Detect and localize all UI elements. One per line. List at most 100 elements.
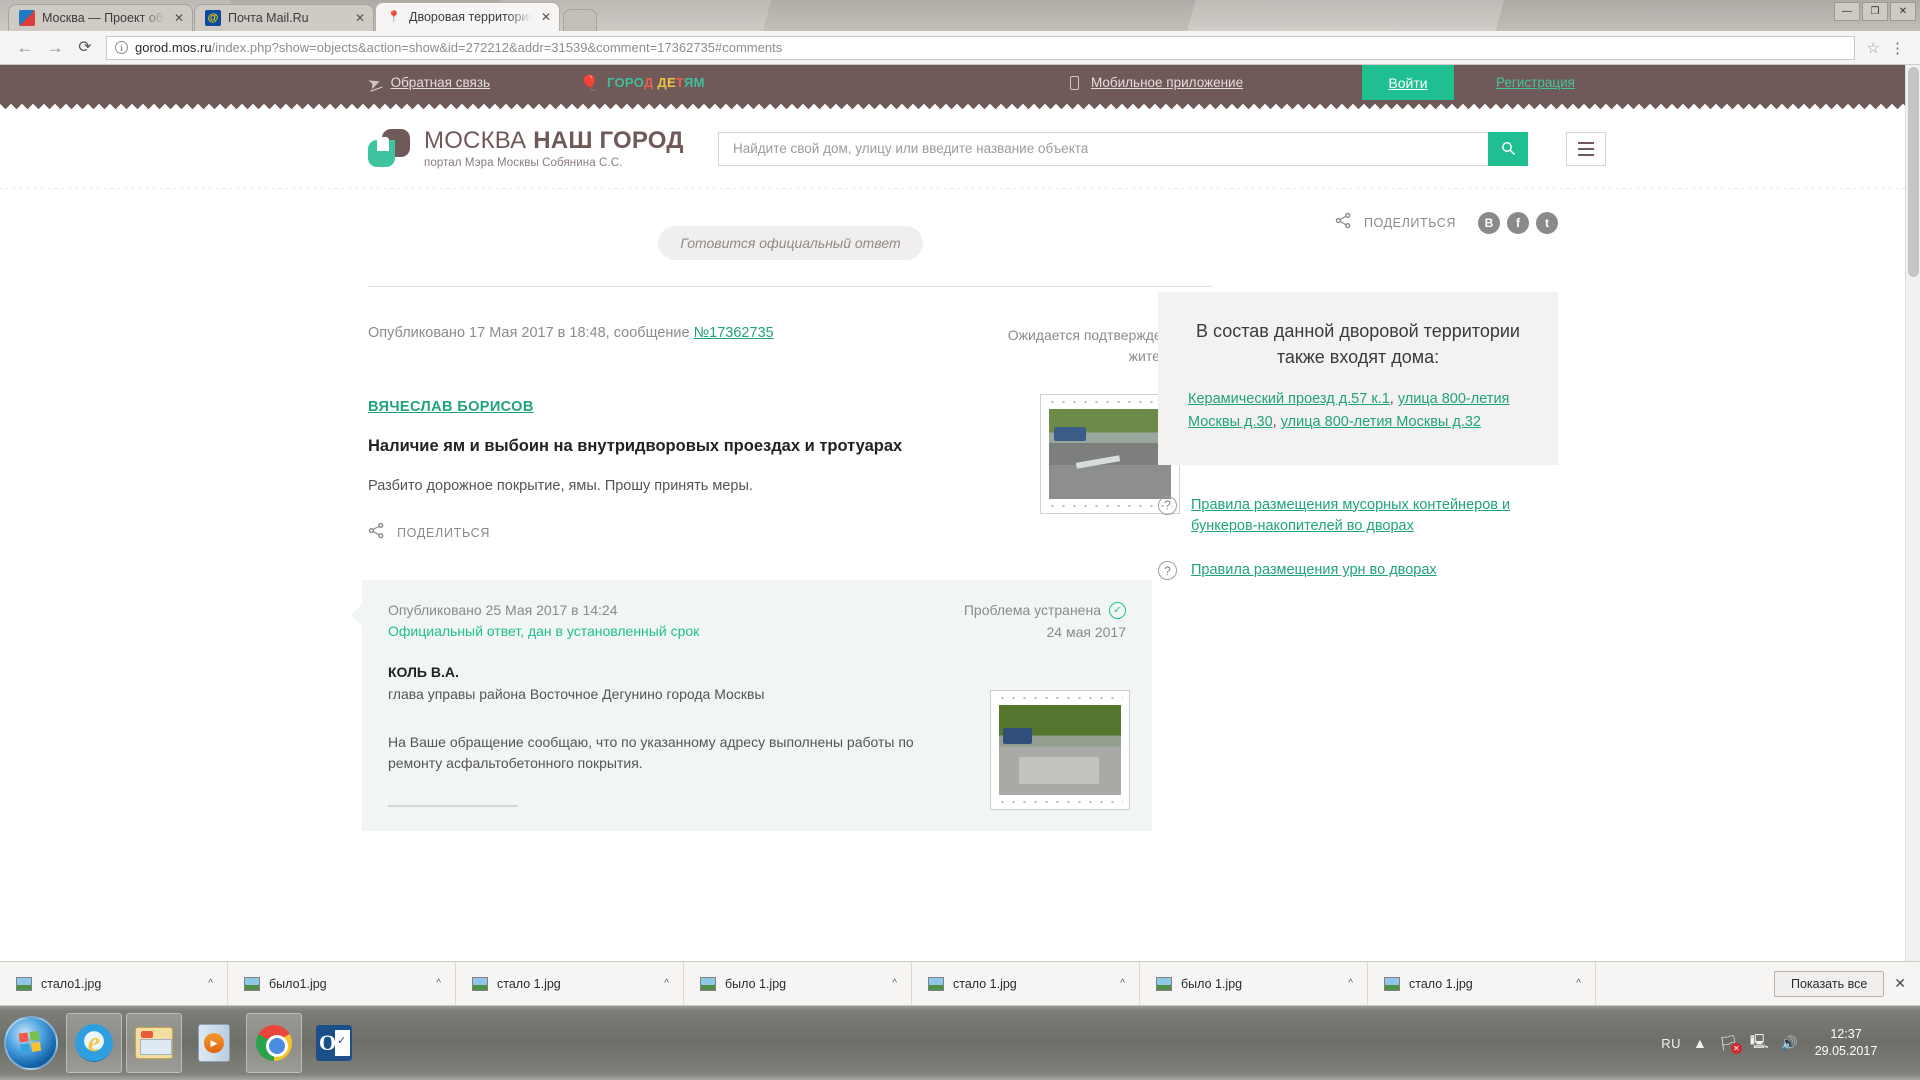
language-indicator[interactable]: RU <box>1661 1036 1681 1051</box>
volume-icon[interactable]: 🔊 <box>1781 1035 1798 1052</box>
network-icon[interactable]: 🏳 ✕ <box>1719 1034 1742 1054</box>
answer-meta-right: Проблема устранена ✓ 24 мая 2017 <box>963 601 1127 640</box>
minimize-button[interactable]: — <box>1834 2 1860 21</box>
chevron-up-icon[interactable]: ^ <box>208 978 213 989</box>
share-icon[interactable] <box>368 522 385 544</box>
photo-image-after <box>999 704 1121 795</box>
feedback-link[interactable]: ➤ Обратная связь <box>366 73 491 93</box>
close-icon[interactable]: ✕ <box>353 11 367 25</box>
zigzag-divider-brown <box>0 100 1920 109</box>
start-button-icon[interactable] <box>4 1016 58 1070</box>
reload-icon[interactable]: ⟳ <box>70 39 100 56</box>
search-input[interactable] <box>718 131 1488 166</box>
feedback-label: Обратная связь <box>390 75 491 90</box>
share-icon[interactable] <box>1335 212 1352 234</box>
post-body: Разбито дорожное покрытие, ямы. Прошу пр… <box>368 478 753 494</box>
answer-status-text: Проблема устранена <box>963 602 1101 619</box>
hamburger-icon[interactable] <box>1566 131 1606 166</box>
action-center-icon[interactable]: 🖳 <box>1750 1031 1769 1055</box>
download-item[interactable]: стало 1.jpg ^ <box>456 961 684 1006</box>
windows-media-player-icon[interactable]: ▶ <box>186 1013 242 1073</box>
internet-explorer-icon[interactable]: e <box>66 1013 122 1073</box>
chevron-up-icon[interactable]: ^ <box>1120 978 1125 989</box>
right-sidebar: В состав данной дворовой территории такж… <box>1158 292 1558 604</box>
address-bar[interactable]: i gorod.mos.ru/index.php?show=objects&ac… <box>106 35 1855 60</box>
maximize-button[interactable]: ❐ <box>1862 2 1888 21</box>
chrome-browser-window: Москва — Проект обще ✕ @ Почта Mail.Ru ✕… <box>0 0 1920 1006</box>
site-logo[interactable]: МОСКВА НАШ ГОРОД портал Мэра Москвы Собя… <box>368 127 684 169</box>
scrollbar-thumb[interactable] <box>1908 67 1919 277</box>
mobile-app-link[interactable]: Мобильное приложение <box>1070 75 1243 90</box>
answer-meta-left: Опубликовано 25 Мая 2017 в 14:24 Официал… <box>388 602 699 640</box>
download-filename: стало1.jpg <box>41 976 102 991</box>
download-item[interactable]: было1.jpg ^ <box>228 961 456 1006</box>
clock[interactable]: 12:37 29.05.2017 <box>1810 1026 1882 1060</box>
addresses-card-title: В состав данной дворовой территории такж… <box>1196 321 1520 368</box>
search-button[interactable] <box>1488 131 1528 166</box>
download-item[interactable]: стало 1.jpg ^ <box>912 961 1140 1006</box>
browser-tab-2[interactable]: @ Почта Mail.Ru ✕ <box>194 4 374 31</box>
site-header: МОСКВА НАШ ГОРОД портал Мэра Москвы Собя… <box>0 109 1920 188</box>
close-icon[interactable]: ✕ <box>539 10 553 24</box>
image-file-icon <box>472 976 488 991</box>
site-info-icon[interactable]: i <box>115 41 128 54</box>
chrome-menu-icon[interactable]: ⋮ <box>1886 39 1910 57</box>
rule-link-1[interactable]: Правила размещения мусорных контейнеров … <box>1191 495 1558 539</box>
address-link-1[interactable]: Керамический проезд д.57 к.1 <box>1188 391 1390 407</box>
phone-icon <box>1070 75 1079 90</box>
forward-icon[interactable]: → <box>40 39 70 56</box>
hot-air-balloon-icon: 🎈 <box>580 74 599 92</box>
file-explorer-icon[interactable] <box>126 1013 182 1073</box>
download-filename: стало 1.jpg <box>1409 976 1473 991</box>
chevron-up-icon[interactable]: ^ <box>892 978 897 989</box>
site-top-bar: ➤ Обратная связь 🎈 ГОРОД ДЕТЯМ Мобильное… <box>0 65 1920 100</box>
chevron-up-icon[interactable]: ^ <box>1348 978 1353 989</box>
window-controls: — ❐ ✕ <box>1834 2 1916 21</box>
chevron-up-icon[interactable]: ^ <box>1576 978 1581 989</box>
new-tab-button[interactable] <box>563 9 597 31</box>
answer-author-name: КОЛЬ В.А. <box>388 663 459 680</box>
close-window-button[interactable]: ✕ <box>1890 2 1916 21</box>
download-item[interactable]: стало 1.jpg ^ <box>1368 961 1596 1006</box>
answer-status-date: 24 мая 2017 <box>1046 623 1127 640</box>
answer-photo-thumbnail[interactable] <box>990 689 1130 810</box>
download-item[interactable]: стало1.jpg ^ <box>0 961 228 1006</box>
page-content: ПОДЕЛИТЬСЯ В f t Готовится официальный о… <box>310 198 1610 832</box>
clock-time: 12:37 <box>1830 1027 1862 1042</box>
zigzag-divider-gray <box>0 188 1920 198</box>
download-item[interactable]: было 1.jpg ^ <box>684 961 912 1006</box>
back-icon[interactable]: ← <box>10 39 40 56</box>
show-all-downloads-button[interactable]: Показать все <box>1773 970 1885 997</box>
rule-link-2[interactable]: Правила размещения урн во дворах <box>1191 560 1437 582</box>
download-filename: стало 1.jpg <box>497 976 561 991</box>
download-item[interactable]: было 1.jpg ^ <box>1140 961 1368 1006</box>
browser-tab-3-active[interactable]: 📍 Дворовая территория п ✕ <box>375 2 560 31</box>
tab-title: Дворовая территория п <box>409 10 532 24</box>
twitter-icon[interactable]: t <box>1536 212 1558 234</box>
close-download-shelf-icon[interactable]: ✕ <box>1894 975 1906 992</box>
address-link-3[interactable]: улица 800-летия Москвы д.32 <box>1281 414 1481 430</box>
image-file-icon <box>928 976 944 991</box>
photo-perforation-bottom <box>1047 503 1173 509</box>
download-filename: было 1.jpg <box>1181 976 1243 991</box>
browser-tab-1[interactable]: Москва — Проект обще ✕ <box>8 4 193 31</box>
facebook-icon[interactable]: f <box>1507 212 1529 234</box>
city-for-kids-link[interactable]: 🎈 ГОРОД ДЕТЯМ <box>580 74 705 92</box>
addresses-card: В состав данной дворовой территории такж… <box>1158 292 1558 465</box>
bookmark-star-icon[interactable]: ☆ <box>1861 39 1886 57</box>
answer-text: На Ваше обращение сообщаю, что по указан… <box>388 733 914 772</box>
page-scrollbar[interactable]: ▲ ▼ <box>1905 65 1920 1005</box>
microsoft-outlook-icon[interactable]: O <box>306 1013 362 1073</box>
show-hidden-icons-icon[interactable]: ▲ <box>1693 1035 1707 1051</box>
close-icon[interactable]: ✕ <box>172 11 186 25</box>
message-number-link[interactable]: №17362735 <box>694 325 774 341</box>
clock-date: 29.05.2017 <box>1814 1044 1878 1058</box>
chevron-up-icon[interactable]: ^ <box>436 978 441 989</box>
await-status-text: Ожидается подтверждение жителем <box>1007 327 1185 364</box>
register-link[interactable]: Регистрация <box>1496 75 1575 90</box>
chevron-up-icon[interactable]: ^ <box>664 978 669 989</box>
google-chrome-icon[interactable] <box>246 1013 302 1073</box>
vk-icon[interactable]: В <box>1478 212 1500 234</box>
image-file-icon <box>1384 976 1400 991</box>
login-button[interactable]: Войти <box>1362 65 1454 100</box>
